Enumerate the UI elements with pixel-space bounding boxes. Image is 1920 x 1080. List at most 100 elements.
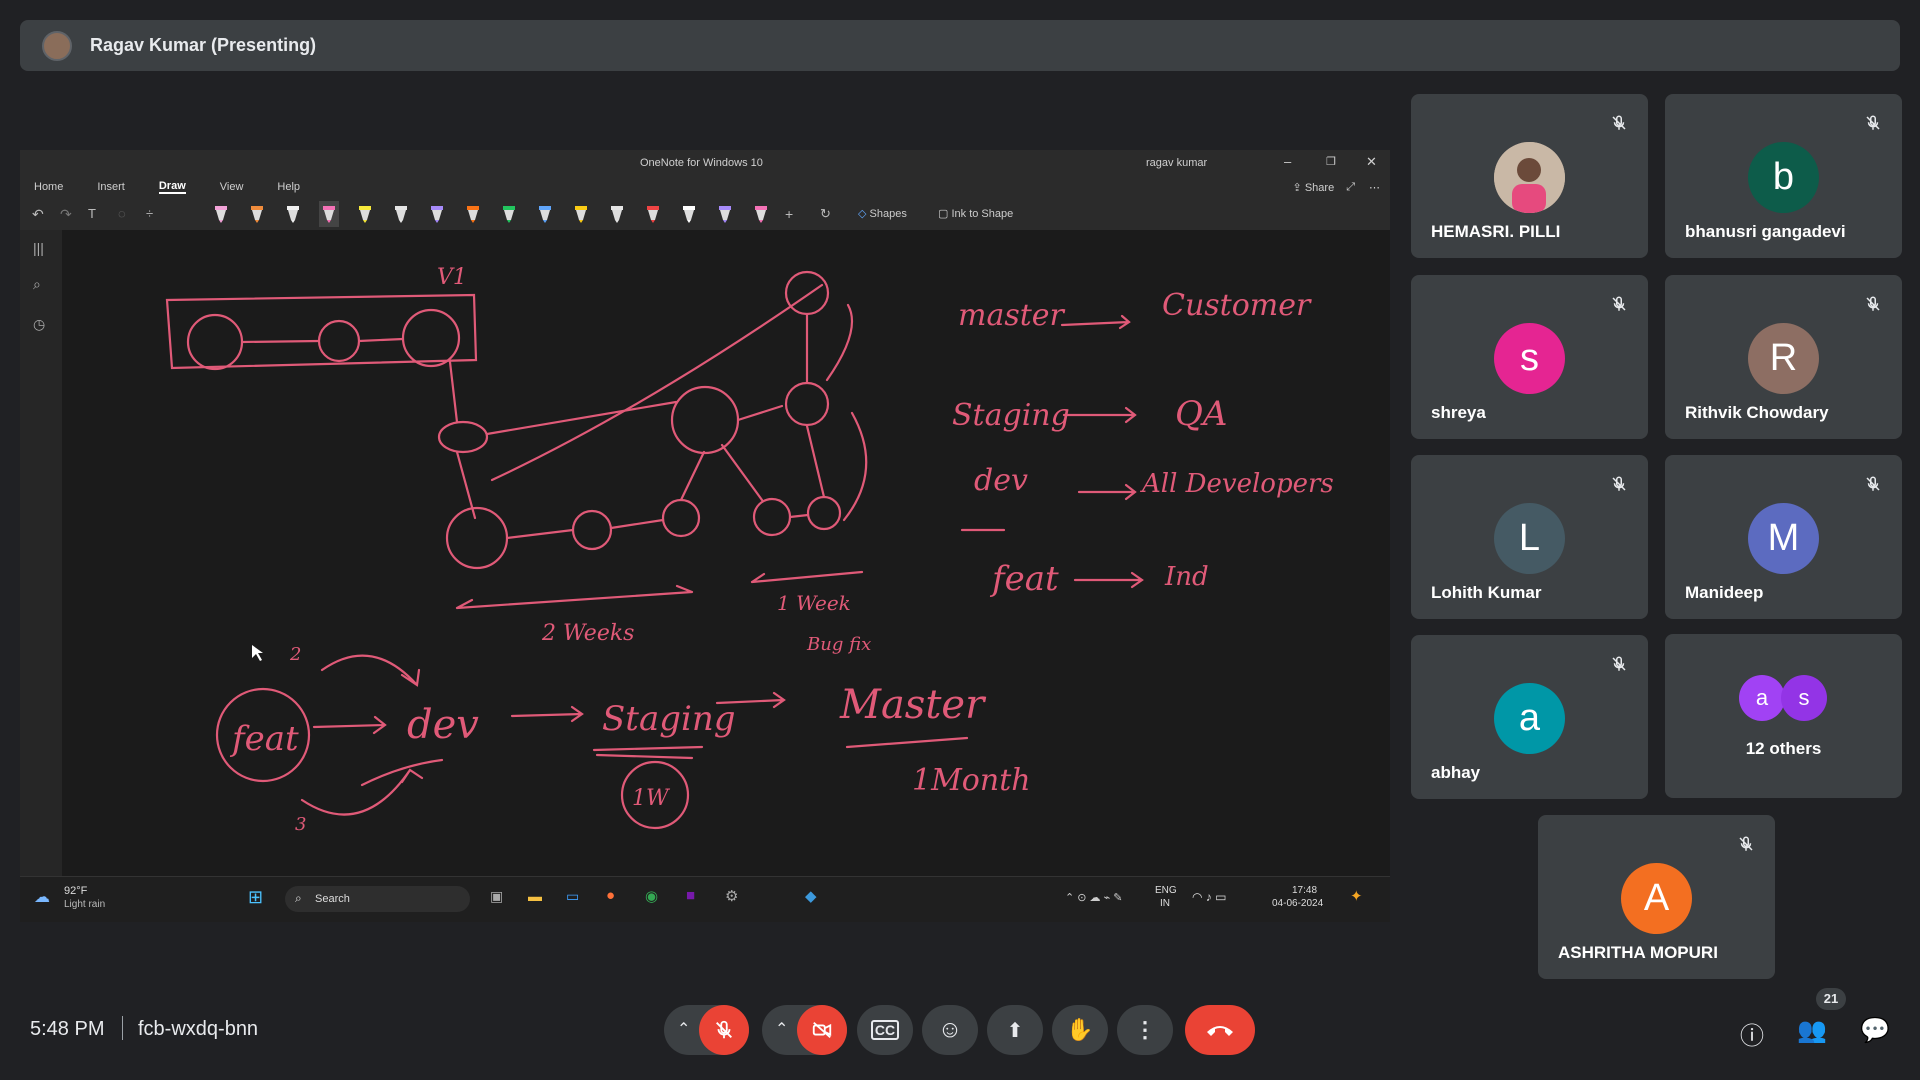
- audio-options-chevron-icon[interactable]: ⌃: [677, 1019, 690, 1039]
- type-select-icon[interactable]: T: [88, 206, 96, 221]
- pen-15-icon[interactable]: [718, 204, 732, 224]
- reactions-button[interactable]: ☺: [922, 1005, 978, 1055]
- others-avatar-2: s: [1781, 675, 1827, 721]
- participant-tile[interactable]: HEMASRI. PILLI: [1411, 94, 1648, 258]
- commit-c9: [806, 495, 842, 531]
- participant-tile[interactable]: b bhanusri gangadevi: [1665, 94, 1902, 258]
- taskbar-time[interactable]: 17:48: [1292, 885, 1317, 896]
- pen-5-icon[interactable]: [358, 204, 372, 224]
- participant-tile[interactable]: L Lohith Kumar: [1411, 455, 1648, 619]
- language[interactable]: ENG: [1155, 885, 1177, 896]
- redo-icon[interactable]: ↷: [60, 206, 72, 223]
- video-options-chevron-icon[interactable]: ⌃: [775, 1019, 788, 1039]
- others-label: 12 others: [1745, 739, 1822, 758]
- close-icon[interactable]: ✕: [1366, 154, 1377, 170]
- present-screen-button[interactable]: ⬆: [987, 1005, 1043, 1055]
- pen-9-icon[interactable]: [502, 204, 516, 224]
- label-all-developers: All Developers: [1140, 469, 1334, 499]
- signed-in-user[interactable]: ragav kumar: [1146, 157, 1207, 169]
- others-tile[interactable]: a s 12 others: [1665, 634, 1902, 798]
- participant-tile[interactable]: A ASHRITHA MOPURI: [1538, 815, 1775, 979]
- add-space-icon[interactable]: ÷: [146, 206, 153, 221]
- remote-desktop-icon[interactable]: ▭: [566, 888, 579, 905]
- tab-insert[interactable]: Insert: [97, 181, 125, 193]
- more-icon[interactable]: ⋯: [1369, 181, 1380, 194]
- add-pen-icon[interactable]: +: [785, 206, 793, 222]
- vscode-icon[interactable]: ◆: [805, 887, 817, 905]
- more-options-button[interactable]: ⋮: [1117, 1005, 1173, 1055]
- ink-to-shape-label: Ink to Shape: [951, 208, 1014, 220]
- label-3: 3: [295, 814, 306, 835]
- participant-tile[interactable]: a abhay: [1411, 635, 1648, 799]
- captions-button[interactable]: CC: [857, 1005, 913, 1055]
- fullscreen-icon[interactable]: ⤢: [1346, 181, 1355, 194]
- weather-temp[interactable]: 92°F: [64, 885, 87, 897]
- pen-6-icon[interactable]: [394, 204, 408, 224]
- notification-icon[interactable]: ✦: [1350, 887, 1363, 905]
- mic-off-icon: [1864, 295, 1882, 313]
- leave-call-button[interactable]: [1185, 1005, 1255, 1055]
- tray-icons[interactable]: ⌃ ⊙ ☁ ⌁ ✎: [1065, 891, 1123, 904]
- minimize-icon[interactable]: –: [1284, 154, 1291, 169]
- pen-12-icon[interactable]: [610, 204, 624, 224]
- tab-draw[interactable]: Draw: [158, 180, 186, 194]
- mic-control-group: ⌃: [664, 1005, 749, 1055]
- file-explorer-icon[interactable]: ▬: [528, 888, 542, 904]
- search-icon[interactable]: ⌕: [33, 276, 41, 293]
- mic-off-icon: [1864, 114, 1882, 132]
- pen-7-icon[interactable]: [430, 204, 444, 224]
- pen-10-icon[interactable]: [538, 204, 552, 224]
- onenote-taskbar-icon[interactable]: ■: [686, 887, 695, 904]
- raise-hand-button[interactable]: ✋: [1052, 1005, 1108, 1055]
- taskbar-search[interactable]: ⌕ Search: [285, 886, 470, 912]
- tab-home[interactable]: Home: [34, 181, 63, 193]
- share-button[interactable]: ⇪ Share: [1293, 181, 1335, 194]
- shapes-button[interactable]: ◇ Shapes: [858, 207, 907, 220]
- ink-to-shape-button[interactable]: ▢ Ink to Shape: [938, 207, 1013, 220]
- weather-desc: Light rain: [64, 899, 106, 910]
- camera-toggle-button[interactable]: [797, 1005, 847, 1055]
- pen-2-icon[interactable]: [250, 204, 264, 224]
- people-icon[interactable]: 👥: [1797, 1016, 1827, 1045]
- commit-m2: [784, 381, 830, 427]
- tab-help[interactable]: Help: [277, 181, 300, 193]
- pen-13-icon[interactable]: [646, 204, 660, 224]
- tab-view[interactable]: View: [220, 181, 244, 193]
- shapes-label: Shapes: [869, 208, 907, 220]
- mic-toggle-button[interactable]: [699, 1005, 749, 1055]
- pen-3-icon[interactable]: [286, 204, 300, 224]
- pen-14-icon[interactable]: [682, 204, 696, 224]
- participant-tile[interactable]: R Rithvik Chowdary: [1665, 275, 1902, 439]
- label-feat: feat: [989, 559, 1059, 599]
- pen-11-icon[interactable]: [574, 204, 588, 224]
- chrome-icon[interactable]: ◉: [645, 887, 658, 905]
- pen-16-icon[interactable]: [754, 204, 768, 224]
- commit-c5: [437, 420, 489, 454]
- wifi-volume-battery-icons[interactable]: ◠ ♪ ▭: [1192, 890, 1226, 904]
- notebooks-icon[interactable]: |||: [33, 240, 44, 256]
- label-ind: Ind: [1164, 562, 1209, 592]
- meeting-code[interactable]: fcb-wxdq-bnn: [138, 1018, 258, 1041]
- settings-icon[interactable]: ⚙: [725, 887, 738, 905]
- label-dev: dev: [974, 463, 1028, 498]
- restore-icon[interactable]: ❐: [1326, 155, 1336, 168]
- pen-4-icon[interactable]: [319, 201, 339, 227]
- whiteboard-canvas[interactable]: V1 master Customer Staging QA dev All De…: [62, 230, 1390, 876]
- pen-8-icon[interactable]: [466, 204, 480, 224]
- recent-icon[interactable]: ◷: [33, 316, 45, 333]
- undo-icon[interactable]: ↶: [32, 206, 44, 223]
- pen-1-icon[interactable]: [214, 204, 228, 224]
- ink-replay-icon[interactable]: ↻: [820, 206, 831, 222]
- participant-tile[interactable]: s shreya: [1411, 275, 1648, 439]
- participant-name: Rithvik Chowdary: [1685, 403, 1829, 422]
- task-view-icon[interactable]: ▣: [490, 888, 503, 905]
- firefox-icon[interactable]: ●: [606, 887, 615, 904]
- chat-icon[interactable]: 💬: [1860, 1016, 1890, 1045]
- end-call-icon: [1207, 1026, 1233, 1036]
- participant-tile[interactable]: M Manideep: [1665, 455, 1902, 619]
- windows-start-icon[interactable]: ⊞: [248, 887, 263, 908]
- meeting-info-icon[interactable]: ⓘ: [1740, 1016, 1764, 1051]
- meeting-clock: 5:48 PM: [30, 1018, 105, 1040]
- lasso-icon[interactable]: ◌: [118, 206, 126, 221]
- windows-taskbar: ☁ 92°F Light rain ⊞ ⌕ Search ▣ ▬ ▭ ● ◉ ■…: [20, 876, 1390, 922]
